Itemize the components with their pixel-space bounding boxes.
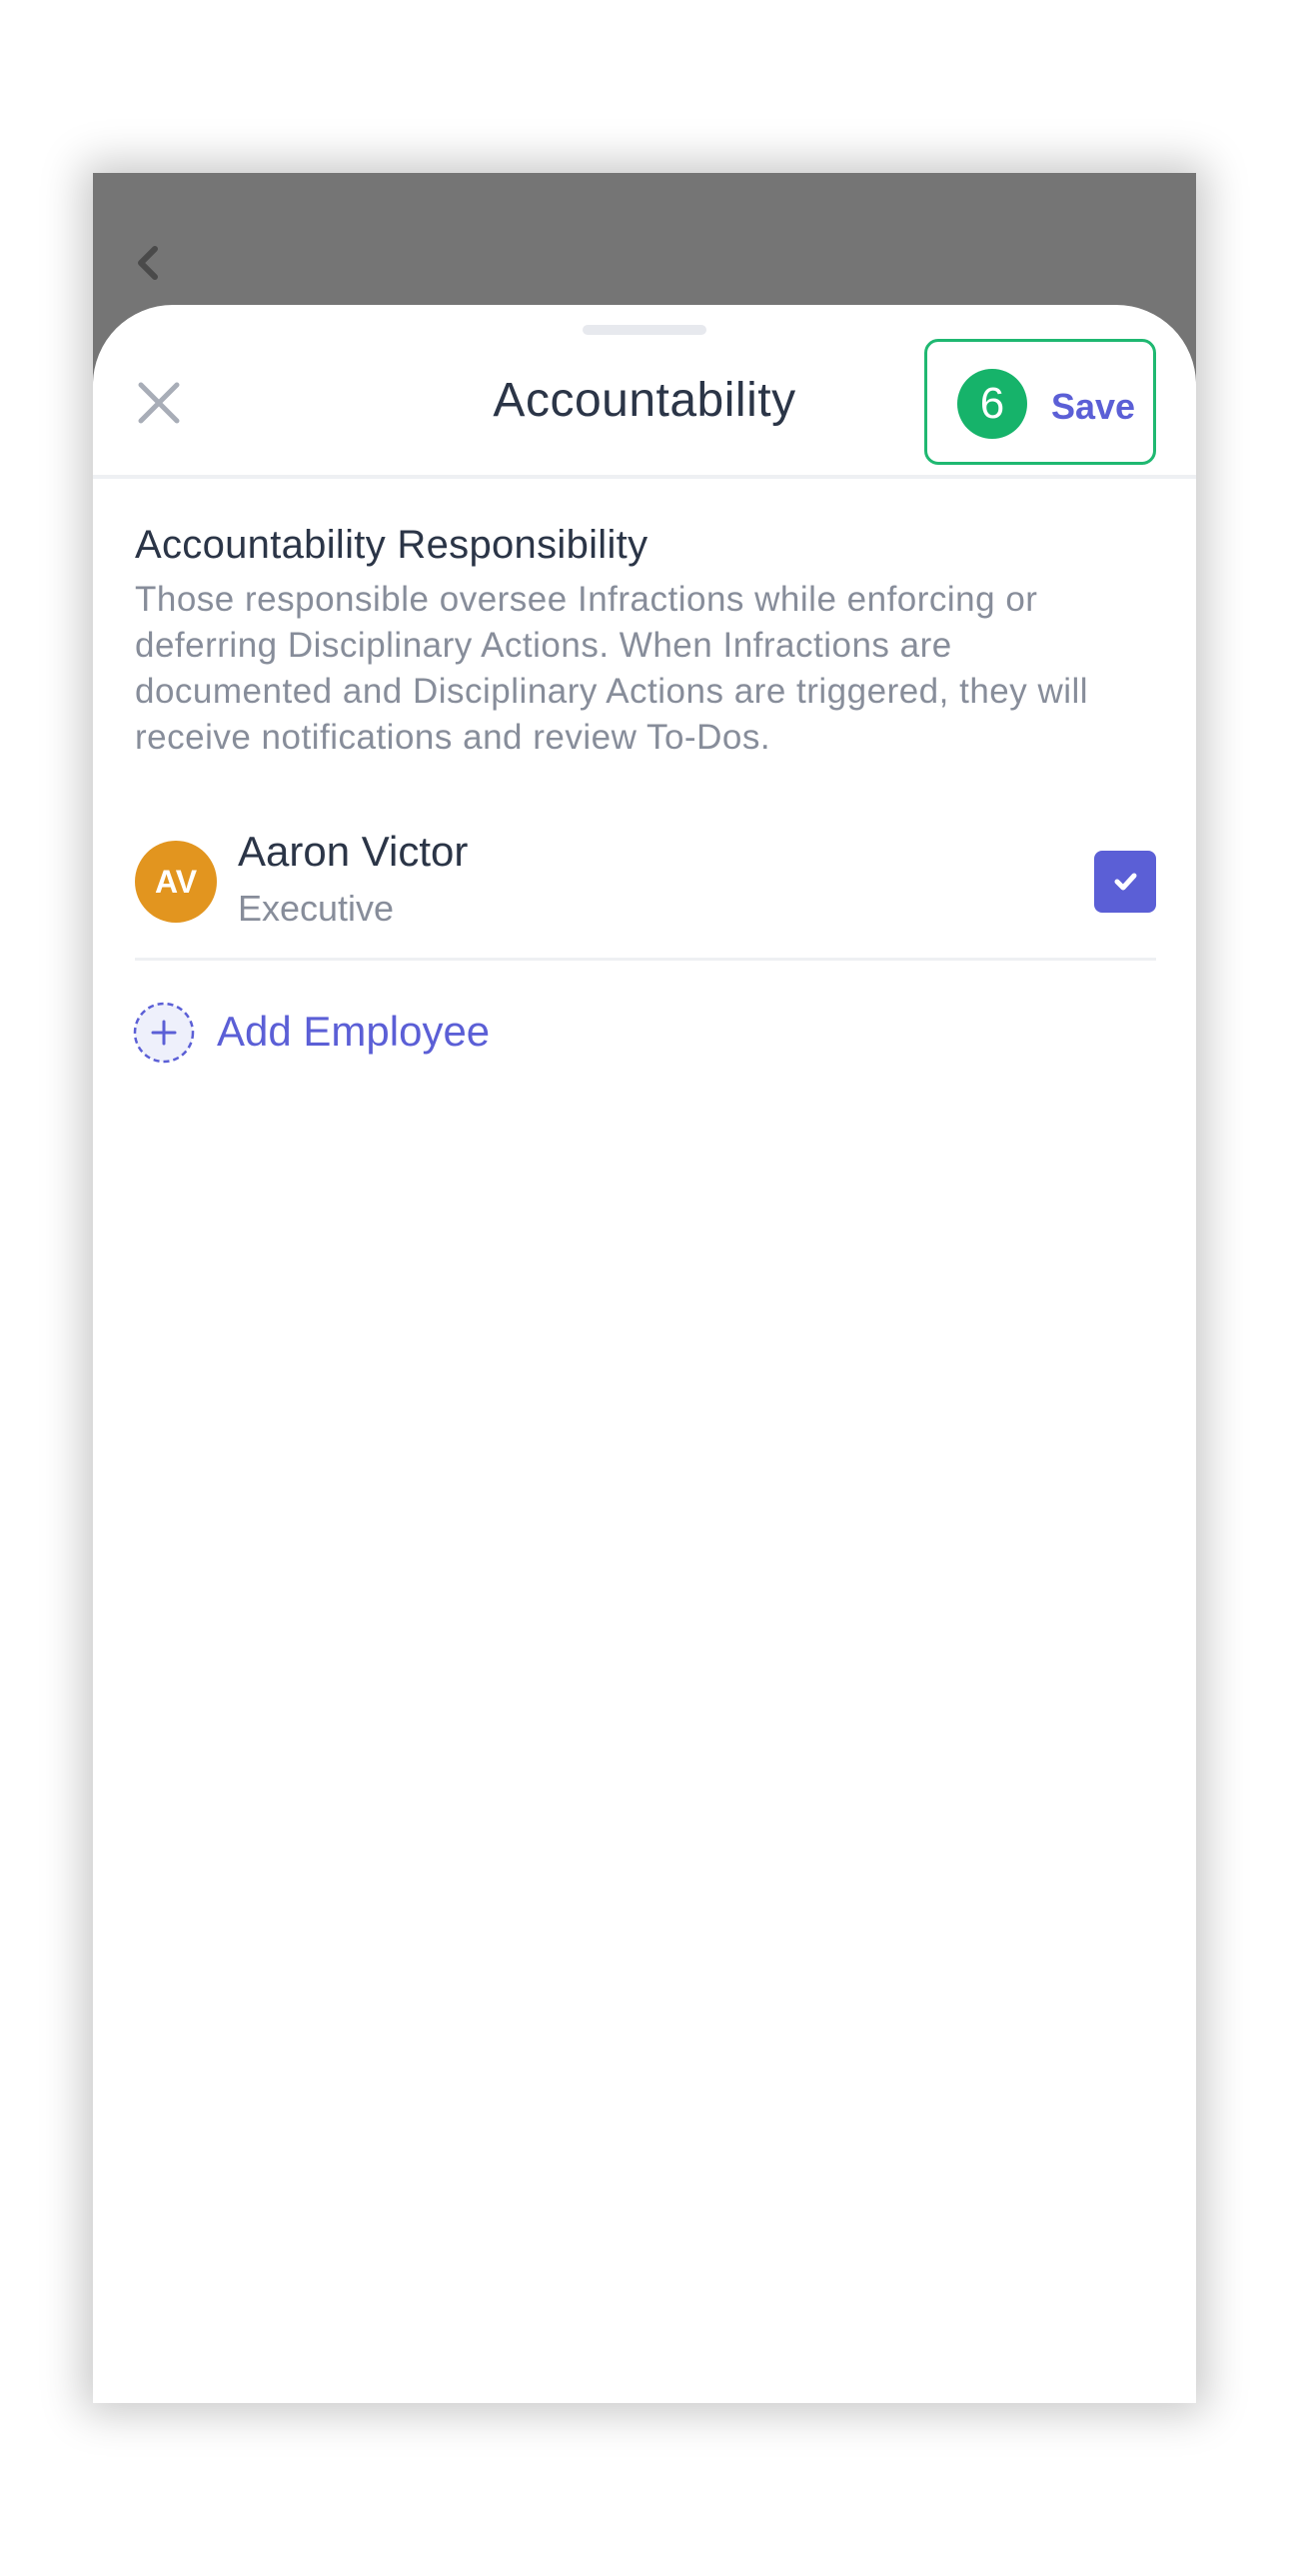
employee-name: Aaron Victor: [238, 828, 469, 875]
plus-circle-icon: [133, 1002, 195, 1064]
page-title: Accountability: [493, 374, 796, 427]
chevron-left-icon[interactable]: [133, 243, 163, 283]
step-badge: 6: [957, 369, 1027, 439]
save-button[interactable]: 6 Save: [924, 339, 1156, 465]
close-icon[interactable]: [133, 377, 185, 429]
sheet-header: Accountability 6 Save: [93, 305, 1196, 479]
phone-screen: Accountability 6 Save Accountability Res…: [93, 173, 1196, 2403]
avatar: AV: [135, 841, 217, 923]
section-description: Those responsible oversee Infractions wh…: [135, 580, 1089, 757]
bottom-sheet: Accountability 6 Save Accountability Res…: [93, 305, 1196, 2403]
employee-checkbox[interactable]: [1094, 851, 1156, 913]
add-employee-label: Add Employee: [217, 1008, 491, 1055]
check-icon: [1114, 873, 1137, 891]
employee-role: Executive: [238, 888, 395, 929]
add-employee-button[interactable]: Add Employee: [133, 1000, 573, 1066]
save-label: Save: [1051, 386, 1136, 427]
section-title: Accountability Responsibility: [135, 523, 648, 567]
employee-row[interactable]: AV Aaron Victor Executive: [135, 828, 1156, 961]
